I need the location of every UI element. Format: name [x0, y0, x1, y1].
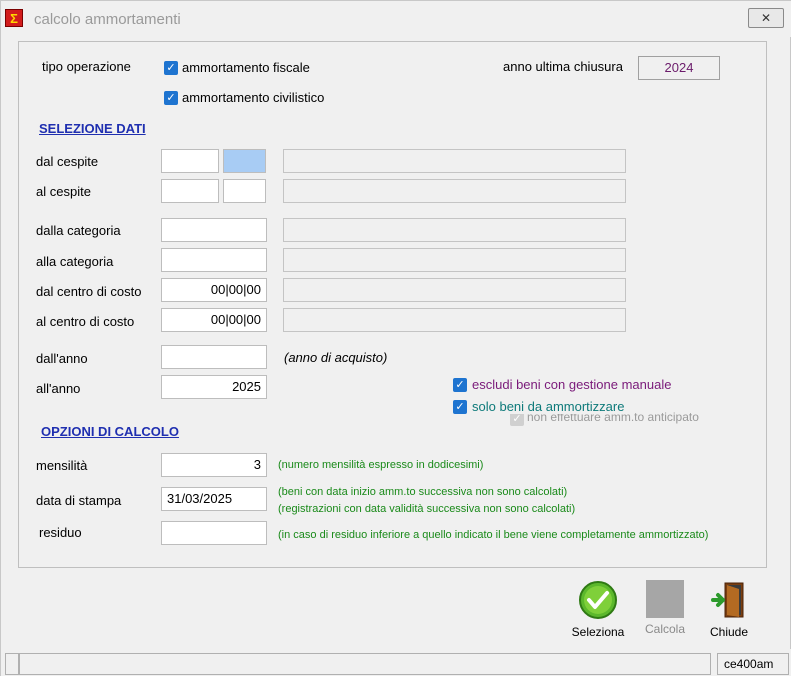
status-cell-main — [19, 653, 711, 675]
dal-cespite-label: dal cespite — [36, 154, 99, 169]
al-cespite-field-1[interactable] — [161, 179, 219, 203]
check-circle-icon — [579, 581, 617, 619]
mensilita-label: mensilità — [36, 458, 88, 473]
selezione-dati-heading: SELEZIONE DATI — [39, 121, 146, 136]
calcola-button[interactable]: Calcola — [637, 580, 693, 636]
dal-cespite-description — [283, 149, 626, 173]
al-cespite-label: al cespite — [36, 184, 91, 199]
exit-door-icon — [711, 582, 744, 618]
civilistico-label[interactable]: ammortamento civilistico — [182, 90, 324, 105]
al-cespite-description — [283, 179, 626, 203]
anticipato-checkbox: ✓ — [510, 412, 524, 426]
app-sigma-icon: Σ — [5, 9, 23, 27]
dall-anno-label: dall'anno — [36, 351, 88, 366]
data-hint-1: (beni con data inizio amm.to successiva … — [278, 486, 568, 498]
window-title: calcolo ammortamenti — [34, 11, 181, 28]
escludi-checkbox[interactable]: ✓ — [453, 378, 467, 392]
anno-acquisto-hint: (anno di acquisto) — [284, 350, 388, 365]
dalla-categoria-description — [283, 218, 626, 242]
al-cespite-field-2[interactable] — [223, 179, 266, 203]
status-cell-left — [5, 653, 19, 675]
close-button[interactable]: ✕ — [748, 8, 784, 28]
chiude-button[interactable]: Chiude — [701, 580, 757, 639]
seleziona-button[interactable]: Seleziona — [567, 580, 629, 639]
all-anno-field[interactable]: 2025 — [161, 375, 267, 399]
alla-categoria-field[interactable] — [161, 248, 267, 272]
dall-anno-field[interactable] — [161, 345, 267, 369]
residuo-hint: (in caso di residuo inferiore a quello i… — [278, 529, 709, 541]
opzioni-calcolo-heading: OPZIONI DI CALCOLO — [41, 424, 179, 439]
mensilita-field[interactable]: 3 — [161, 453, 267, 477]
chiude-label: Chiude — [709, 625, 749, 639]
all-anno-label: all'anno — [36, 381, 81, 396]
data-hint-2: (registrazioni con data validità success… — [278, 503, 576, 515]
residuo-label: residuo — [39, 525, 82, 540]
dal-centro-description — [283, 278, 626, 302]
title-bar: Σ calcolo ammortamenti ✕ — [1, 1, 791, 37]
program-code: ce400am — [717, 653, 789, 675]
dal-centro-field[interactable]: 00|00|00 — [161, 278, 267, 302]
anno-chiusura-field: 2024 — [638, 56, 720, 80]
dal-cespite-field-2[interactable] — [223, 149, 266, 173]
dalla-categoria-field[interactable] — [161, 218, 267, 242]
solo-label[interactable]: solo beni da ammortizzare — [472, 399, 627, 414]
fiscale-label[interactable]: ammortamento fiscale — [182, 60, 310, 75]
al-centro-field[interactable]: 00|00|00 — [161, 308, 267, 332]
alla-categoria-description — [283, 248, 626, 272]
calcola-label: Calcola — [644, 622, 686, 636]
data-stampa-label: data di stampa — [36, 493, 122, 508]
al-centro-label: al centro di costo — [36, 314, 135, 329]
main-window: Σ calcolo ammortamenti ✕ tipo operazione… — [0, 0, 791, 676]
tipo-operazione-label: tipo operazione — [42, 59, 131, 74]
dalla-categoria-label: dalla categoria — [36, 223, 121, 238]
al-centro-description — [283, 308, 626, 332]
escludi-label[interactable]: escludi beni con gestione manuale — [472, 377, 671, 392]
civilistico-checkbox[interactable]: ✓ — [164, 91, 178, 105]
anno-chiusura-label: anno ultima chiusura — [503, 59, 623, 74]
residuo-field[interactable] — [161, 521, 267, 545]
dal-cespite-field-1[interactable] — [161, 149, 219, 173]
solo-checkbox[interactable]: ✓ — [453, 400, 467, 414]
status-bar: ce400am — [1, 649, 791, 676]
alla-categoria-label: alla categoria — [36, 254, 114, 269]
seleziona-label: Seleziona — [571, 625, 625, 639]
calculator-icon — [646, 580, 684, 618]
fiscale-checkbox[interactable]: ✓ — [164, 61, 178, 75]
mensilita-hint: (numero mensilità espresso in dodicesimi… — [278, 459, 484, 471]
dal-centro-label: dal centro di costo — [36, 284, 142, 299]
data-stampa-field[interactable]: 31/03/2025 — [161, 487, 267, 511]
